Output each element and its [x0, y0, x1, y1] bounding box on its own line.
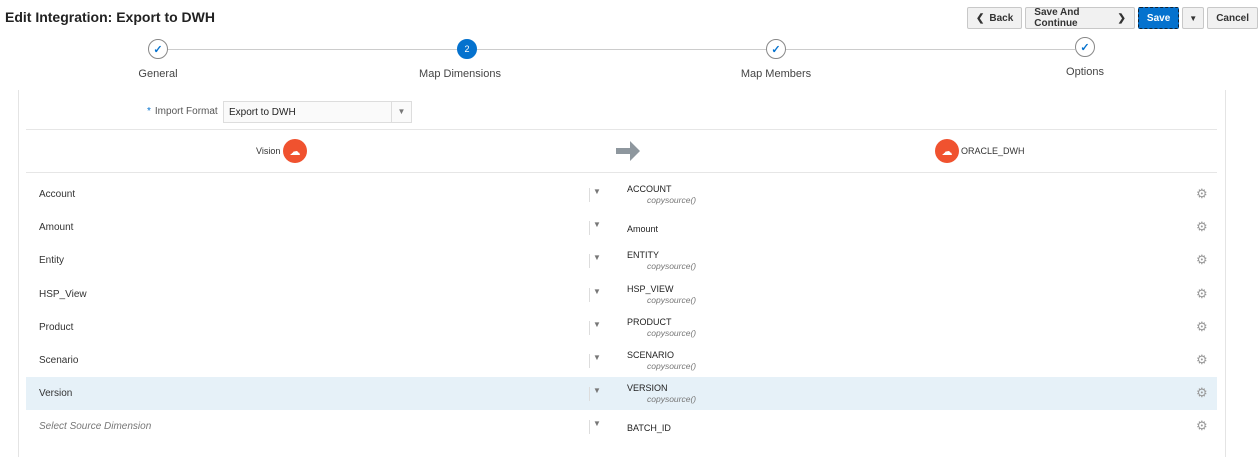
divider [589, 320, 590, 335]
expression: copysource() [647, 327, 697, 338]
target-dimension: BATCH_ID [627, 423, 671, 434]
source-dimension-select[interactable]: Select Source Dimension [39, 421, 151, 432]
mapping-row[interactable]: Entity ▼ ENTITY copysource() ⚙ [26, 244, 1217, 277]
caret-down-icon[interactable]: ▼ [593, 220, 601, 229]
save-menu-button[interactable]: ▼ [1182, 7, 1205, 29]
caret-down-icon[interactable]: ▼ [593, 386, 601, 395]
step-label: General [138, 68, 178, 80]
gear-icon[interactable]: ⚙ [1196, 418, 1208, 434]
step-label: Map Members [740, 68, 812, 80]
source-dimension-select[interactable]: Version [39, 388, 72, 399]
gear-icon[interactable]: ⚙ [1196, 286, 1208, 302]
import-format-select[interactable]: Export to DWH ▼ [223, 101, 412, 123]
check-icon: ✓ [153, 43, 163, 56]
chevron-left-icon: ❮ [976, 12, 985, 24]
divider [589, 387, 590, 402]
divider [589, 254, 590, 269]
source-dimension-select[interactable]: Entity [39, 255, 64, 266]
caret-down-icon: ▼ [1189, 13, 1198, 23]
page-title: Edit Integration: Export to DWH [5, 9, 215, 25]
step-map-dimensions[interactable]: 2 [457, 39, 477, 59]
caret-down-icon[interactable]: ▼ [593, 253, 601, 262]
train-line [168, 49, 1075, 50]
check-icon: ✓ [771, 43, 781, 56]
expression: copysource() [647, 294, 697, 305]
expression: copysource() [647, 361, 697, 371]
divider [26, 172, 1217, 173]
source-app-name: Vision [256, 146, 281, 156]
caret-down-icon[interactable]: ▼ [593, 419, 601, 428]
gear-icon[interactable]: ⚙ [1196, 186, 1208, 202]
source-app-cloud-icon: ☁ [283, 139, 307, 163]
source-dimension-select[interactable]: HSP_View [39, 289, 87, 300]
target-dimension: SCENARIO [627, 350, 675, 360]
expression: copysource() [647, 394, 697, 405]
step-label: Map Dimensions [419, 68, 501, 80]
caret-down-icon[interactable]: ▼ [593, 353, 601, 362]
expression: copysource() [647, 261, 697, 272]
caret-down-icon: ▼ [391, 102, 411, 122]
mapping-row[interactable]: HSP_View ▼ HSP_VIEW copysource() ⚙ [26, 278, 1217, 311]
mapping-row[interactable]: Amount ▼ Amount ⚙ [26, 211, 1217, 244]
caret-down-icon[interactable]: ▼ [593, 287, 601, 296]
step-map-members[interactable]: ✓ [766, 39, 786, 59]
gear-icon[interactable]: ⚙ [1196, 219, 1208, 235]
divider [589, 287, 590, 302]
step-options[interactable]: ✓ [1075, 37, 1095, 57]
mapping-row[interactable]: Select Source Dimension ▼ BATCH_ID ⚙ [26, 410, 1217, 443]
save-and-continue-button[interactable]: Save And Continue ❯ [1025, 7, 1135, 29]
source-dimension-select[interactable]: Scenario [39, 355, 78, 366]
toolbar: ❮ Back Save And Continue ❯ Save ▼ Cancel [967, 7, 1258, 29]
target-dimension: VERSION [627, 383, 668, 394]
mapping-row[interactable]: Product ▼ PRODUCT copysource() ⚙ [26, 311, 1217, 344]
target-dimension: Amount [627, 224, 659, 235]
cancel-button[interactable]: Cancel [1207, 7, 1258, 29]
step-label: Options [1066, 66, 1104, 78]
divider [589, 420, 590, 435]
gear-icon[interactable]: ⚙ [1196, 252, 1208, 268]
caret-down-icon[interactable]: ▼ [593, 187, 601, 196]
target-dimension: ENTITY [627, 250, 660, 261]
source-dimension-select[interactable]: Account [39, 189, 75, 200]
back-button[interactable]: ❮ Back [967, 7, 1023, 29]
target-app-cloud-icon: ☁ [935, 139, 959, 163]
target-dimension: HSP_VIEW [627, 283, 674, 294]
source-dimension-select[interactable]: Product [39, 322, 73, 333]
target-dimension: PRODUCT [627, 316, 672, 327]
mapping-row[interactable]: Version ▼ VERSION copysource() ⚙ [26, 377, 1217, 411]
mapping-row[interactable]: Account ▼ ACCOUNT copysource() ⚙ [26, 178, 1217, 211]
gear-icon[interactable]: ⚙ [1196, 385, 1208, 401]
source-dimension-select[interactable]: Amount [39, 222, 73, 233]
gear-icon[interactable]: ⚙ [1196, 352, 1208, 368]
mapping-row[interactable]: Scenario ▼ SCENARIO copysource() ⚙ [26, 344, 1217, 377]
gear-icon[interactable]: ⚙ [1196, 319, 1208, 335]
divider [589, 221, 590, 236]
save-button[interactable]: Save [1137, 7, 1180, 29]
divider [589, 188, 590, 202]
import-format-label: * Import Format [147, 106, 218, 117]
chevron-right-icon: ❯ [1117, 12, 1126, 24]
arrow-right-icon [616, 141, 640, 161]
expression: copysource() [647, 195, 697, 205]
divider [589, 354, 590, 368]
step-general[interactable]: ✓ [148, 39, 168, 59]
target-app-name: ORACLE_DWH [961, 146, 1025, 156]
caret-down-icon[interactable]: ▼ [593, 320, 601, 329]
target-dimension: ACCOUNT [627, 184, 672, 194]
check-icon: ✓ [1080, 41, 1090, 54]
divider [26, 129, 1217, 130]
